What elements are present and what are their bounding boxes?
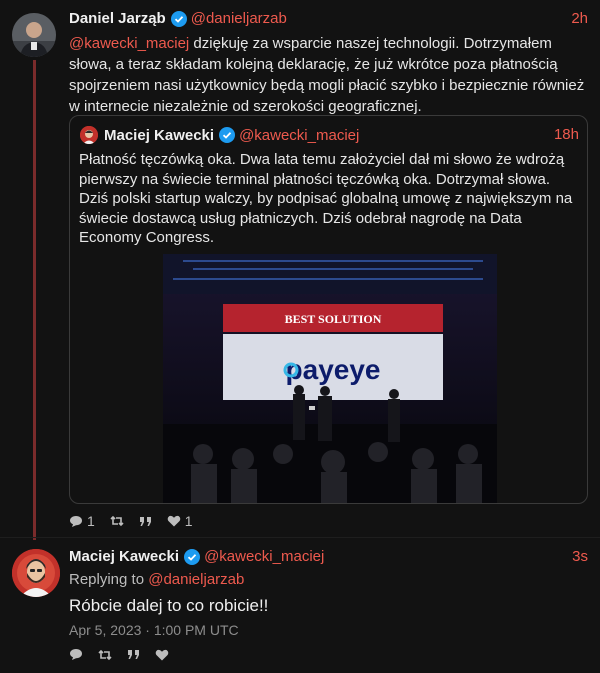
reply-author-handle[interactable]: @kawecki_maciej <box>204 548 324 565</box>
quoted-author-handle[interactable]: @kawecki_maciej <box>239 127 359 144</box>
verified-badge-icon <box>170 10 187 27</box>
reply-action[interactable]: 1 <box>69 513 95 529</box>
reply-text: Róbcie dalej to co robicie!! <box>69 596 269 615</box>
quote-icon <box>139 516 151 526</box>
quoted-author-name[interactable]: Maciej Kawecki <box>104 127 214 144</box>
replying-to-handle[interactable]: @danieljarzab <box>148 571 244 588</box>
award-stage-photo: BEST SOLUTION payeye <box>163 254 497 503</box>
author-name[interactable]: Daniel Jarząb <box>69 10 166 27</box>
quoted-time[interactable]: 18h <box>554 126 579 143</box>
tweet-header: Daniel Jarząb @danieljarzab <box>69 10 287 27</box>
quote-action[interactable] <box>139 516 152 527</box>
verified-badge-icon <box>219 127 236 143</box>
tweet-time[interactable]: 2h <box>571 10 588 27</box>
reply-count: 1 <box>87 513 95 529</box>
verified-badge-icon <box>184 548 201 565</box>
retweet-action[interactable] <box>98 649 112 661</box>
quoted-avatar <box>80 126 98 144</box>
logo-text: payeye <box>286 354 381 385</box>
like-count: 1 <box>184 513 193 529</box>
reply-author-name[interactable]: Maciej Kawecki <box>69 548 179 565</box>
heart-icon <box>155 649 169 660</box>
quoted-text: Płatność tęczówką oka. Dwa lata temu zał… <box>79 151 573 246</box>
retweet-icon <box>98 649 112 660</box>
thread-connector <box>33 60 36 540</box>
reply-date[interactable]: Apr 5, 2023 · 1:00 PM UTC <box>69 622 239 638</box>
replying-to: Replying to @danieljarzab <box>69 571 244 588</box>
avatar-photo <box>12 13 56 57</box>
banner-text: BEST SOLUTION <box>285 312 382 326</box>
retweet-icon <box>110 515 124 527</box>
mention-link[interactable]: @kawecki_maciej <box>69 35 189 52</box>
tweet-text: @kawecki_maciej dziękuję za wsparcie nas… <box>69 33 589 117</box>
reply-action[interactable] <box>69 648 83 661</box>
retweet-action[interactable] <box>110 515 124 527</box>
avatar[interactable] <box>12 13 56 57</box>
reply-actions <box>69 648 169 661</box>
like-action[interactable]: 1 <box>167 513 193 529</box>
avatar-photo <box>12 549 60 597</box>
quoted-header: Maciej Kawecki @kawecki_maciej <box>80 126 359 144</box>
reply-avatar[interactable] <box>12 549 60 597</box>
reply-header: Maciej Kawecki @kawecki_maciej <box>69 548 324 565</box>
quoted-avatar-image <box>80 126 98 144</box>
reply-time[interactable]: 3s <box>572 548 588 565</box>
heart-icon <box>167 515 181 527</box>
comment-icon <box>70 649 82 660</box>
quoted-tweet[interactable]: Maciej Kawecki @kawecki_maciej 18h Płatn… <box>69 115 588 504</box>
quote-action[interactable] <box>127 649 140 660</box>
quoted-image[interactable]: BEST SOLUTION payeye <box>163 254 497 503</box>
author-handle[interactable]: @danieljarzab <box>191 10 287 27</box>
divider <box>0 537 600 538</box>
quote-icon <box>128 650 139 659</box>
like-action[interactable] <box>155 649 169 661</box>
replying-to-label: Replying to <box>69 571 149 588</box>
tweet-actions: 1 1 <box>69 513 193 529</box>
comment-icon <box>70 515 82 527</box>
